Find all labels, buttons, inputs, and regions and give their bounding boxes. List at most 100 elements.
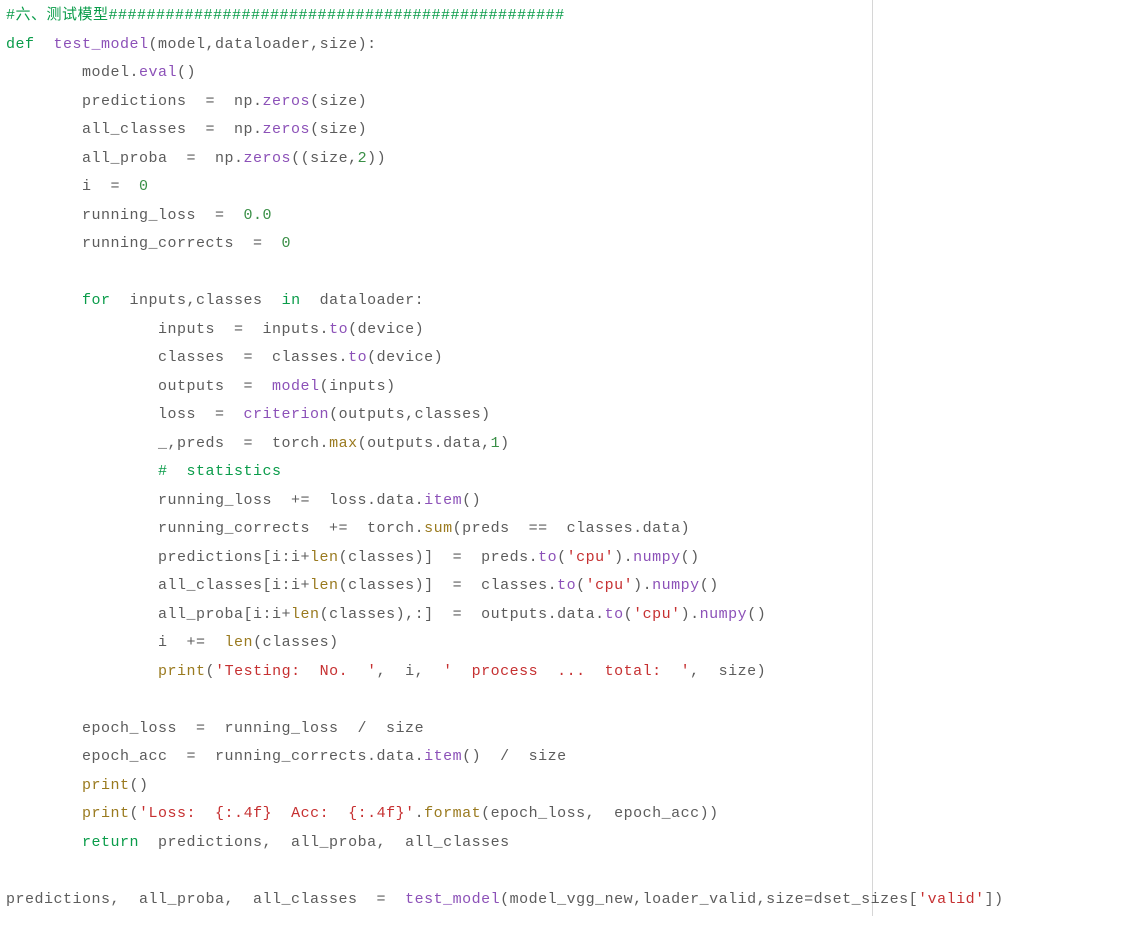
code-token — [6, 292, 82, 309]
code-token: ( — [576, 577, 586, 594]
code-token: def — [6, 36, 35, 53]
code-token: 'cpu' — [633, 606, 681, 623]
code-token: len — [225, 634, 254, 651]
code-token: to — [557, 577, 576, 594]
code-token: in — [282, 292, 301, 309]
code-token: (device) — [367, 349, 443, 366]
code-token: return — [82, 834, 139, 851]
code-token: ). — [633, 577, 652, 594]
code-token: () — [700, 577, 719, 594]
code-token: () — [130, 777, 149, 794]
code-token: (outputs,classes) — [329, 406, 491, 423]
code-token: (classes) — [253, 634, 339, 651]
code-token: (size) — [310, 121, 367, 138]
code-token: , i, — [377, 663, 444, 680]
code-token: print — [82, 805, 130, 822]
code-token: () — [462, 492, 481, 509]
code-token: criterion — [244, 406, 330, 423]
code-token: to — [605, 606, 624, 623]
code-token — [6, 777, 82, 794]
code-token: ( — [206, 663, 216, 680]
code-token: test_model — [54, 36, 149, 53]
code-token: ]) — [985, 891, 1004, 908]
code-token: (device) — [348, 321, 424, 338]
code-token: (classes)] = preds. — [339, 549, 539, 566]
code-token: 0 — [139, 178, 149, 195]
code-token: () / size — [462, 748, 567, 765]
code-token: (outputs.data, — [358, 435, 491, 452]
code-token: len — [310, 577, 339, 594]
code-token: to — [538, 549, 557, 566]
code-token: predictions, all_proba, all_classes = — [6, 891, 405, 908]
code-token: len — [291, 606, 320, 623]
code-token: (size) — [310, 93, 367, 110]
code-token: ' process ... total: ' — [443, 663, 690, 680]
code-token: item — [424, 492, 462, 509]
code-token: 0 — [282, 235, 292, 252]
code-token: predictions, all_proba, all_classes — [139, 834, 510, 851]
code-token: (inputs) — [320, 378, 396, 395]
code-token: all_classes[i:i+ — [6, 577, 310, 594]
code-token: outputs = — [6, 378, 272, 395]
code-token: 'cpu' — [586, 577, 634, 594]
code-token: (epoch_loss, epoch_acc)) — [481, 805, 719, 822]
code-token: #六、测试模型#################################… — [6, 7, 565, 24]
code-token — [6, 834, 82, 851]
code-token: () — [177, 64, 196, 81]
code-token: running_loss = — [6, 207, 244, 224]
code-token: len — [310, 549, 339, 566]
code-token: numpy — [652, 577, 700, 594]
code-token: numpy — [633, 549, 681, 566]
code-token: test_model — [405, 891, 500, 908]
code-token: 1 — [491, 435, 501, 452]
code-token: inputs = inputs. — [6, 321, 329, 338]
code-token: ). — [614, 549, 633, 566]
code-token: i = — [6, 178, 139, 195]
code-token: 'Testing: No. ' — [215, 663, 377, 680]
code-token: predictions[i:i+ — [6, 549, 310, 566]
code-token: classes = classes. — [6, 349, 348, 366]
code-token: . — [415, 805, 425, 822]
code-token: all_proba[i:i+ — [6, 606, 291, 623]
code-token: model. — [6, 64, 139, 81]
code-token: )) — [367, 150, 386, 167]
code-token: loss = — [6, 406, 244, 423]
code-token: max — [329, 435, 358, 452]
code-token: inputs,classes — [111, 292, 282, 309]
code-token: item — [424, 748, 462, 765]
code-token: (classes),:] = outputs.data. — [320, 606, 605, 623]
code-token: : — [367, 36, 377, 53]
code-token: print — [82, 777, 130, 794]
code-token: ( — [557, 549, 567, 566]
code-token: numpy — [700, 606, 748, 623]
code-token: running_corrects += torch. — [6, 520, 424, 537]
code-token: all_classes = np. — [6, 121, 263, 138]
code-token: epoch_acc = running_corrects.data. — [6, 748, 424, 765]
code-token: () — [681, 549, 700, 566]
code-token: zeros — [263, 121, 311, 138]
code-token: 'Loss: {:.4f} Acc: {:.4f}' — [139, 805, 415, 822]
code-token: # statistics — [158, 463, 282, 480]
code-token: model — [272, 378, 320, 395]
code-token: , size) — [690, 663, 766, 680]
code-token — [6, 805, 82, 822]
code-token — [6, 663, 158, 680]
code-token: (preds == classes.data) — [453, 520, 691, 537]
code-token: running_loss += loss.data. — [6, 492, 424, 509]
code-token — [6, 463, 158, 480]
code-token: 2 — [358, 150, 368, 167]
code-token: 'valid' — [918, 891, 985, 908]
code-token: 'cpu' — [567, 549, 615, 566]
code-token: ) — [500, 435, 510, 452]
code-token: eval — [139, 64, 177, 81]
code-token: all_proba = np. — [6, 150, 244, 167]
code-block: #六、测试模型#################################… — [0, 0, 873, 916]
code-token: format — [424, 805, 481, 822]
code-token — [35, 36, 54, 53]
code-token: zeros — [263, 93, 311, 110]
code-token: ). — [681, 606, 700, 623]
code-token: sum — [424, 520, 453, 537]
code-token: to — [348, 349, 367, 366]
code-token — [6, 691, 158, 708]
code-token: predictions = np. — [6, 93, 263, 110]
